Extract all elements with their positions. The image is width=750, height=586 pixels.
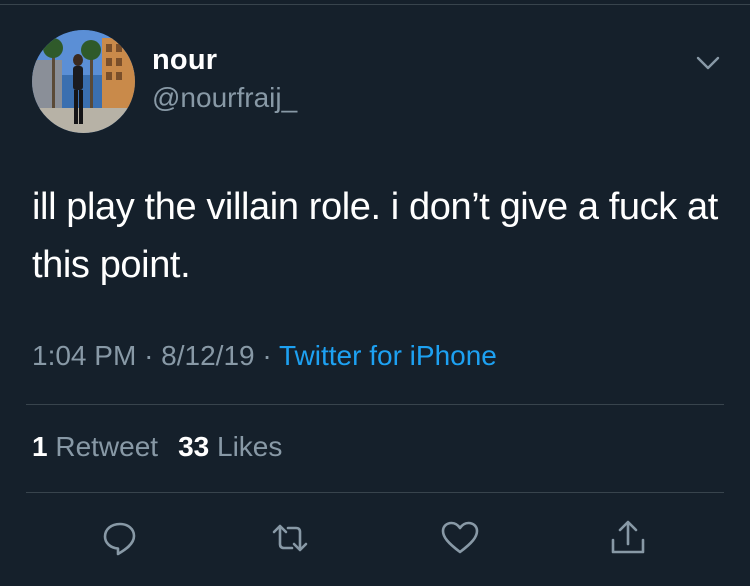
engagement-stats: 1 Retweet 33 Likes	[32, 431, 282, 463]
likes-stat[interactable]: 33 Likes	[178, 431, 282, 462]
reply-icon[interactable]	[100, 518, 140, 558]
user-handle[interactable]: @nourfraij_	[152, 82, 297, 114]
avatar[interactable]	[32, 30, 135, 133]
tweet-detail: nour @nourfraij_ ill play the villain ro…	[0, 0, 750, 586]
tweet-meta: 1:04 PM · 8/12/19 · Twitter for iPhone	[32, 340, 497, 372]
like-icon[interactable]	[440, 518, 480, 558]
tweet-time: 1:04 PM	[32, 340, 137, 371]
meta-separator: ·	[144, 340, 154, 371]
tweet-source-link[interactable]: Twitter for iPhone	[279, 340, 497, 371]
likes-count: 33	[178, 431, 210, 462]
avatar-photo	[32, 30, 135, 133]
tweet-text: ill play the villain role. i don’t give …	[32, 186, 718, 286]
divider	[26, 492, 724, 493]
share-icon[interactable]	[608, 518, 648, 558]
divider	[26, 404, 724, 405]
likes-label: Likes	[217, 431, 283, 462]
display-name[interactable]: nour	[152, 44, 217, 77]
retweets-count: 1	[32, 431, 48, 462]
tweet-date: 8/12/19	[161, 340, 255, 371]
retweets-stat[interactable]: 1 Retweet	[32, 431, 158, 462]
divider	[0, 4, 750, 5]
retweet-icon[interactable]	[270, 518, 310, 558]
meta-separator: ·	[262, 340, 272, 371]
retweets-label: Retweet	[55, 431, 159, 462]
chevron-down-icon[interactable]	[694, 52, 722, 74]
